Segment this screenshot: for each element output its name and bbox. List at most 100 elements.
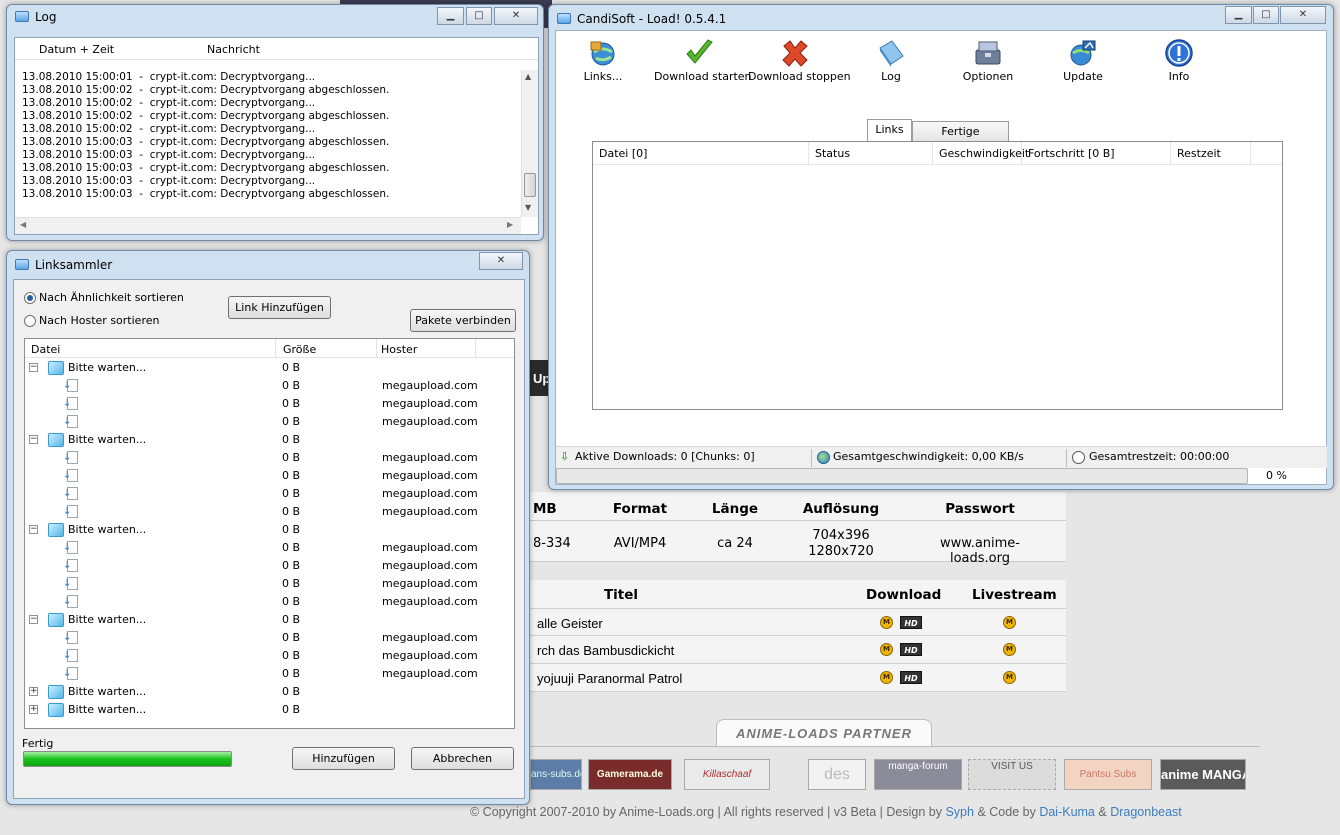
- file-row[interactable]: 0 B megaupload.com: [25, 557, 514, 575]
- sort-similarity-label[interactable]: Nach Ähnlichkeit sortieren: [39, 291, 184, 304]
- file-row[interactable]: 0 B megaupload.com: [25, 413, 514, 431]
- package-row[interactable]: + Bitte warten... 0 B: [25, 683, 514, 701]
- expand-icon[interactable]: +: [29, 687, 38, 696]
- minimize-button[interactable]: ▁: [437, 7, 464, 25]
- maximize-button[interactable]: □: [1253, 6, 1279, 24]
- footer-link-dragonbeast[interactable]: Dragonbeast: [1110, 805, 1182, 819]
- log-vertical-scrollbar[interactable]: ▲ ▼: [521, 70, 538, 217]
- livestream-icon[interactable]: M: [1003, 643, 1016, 656]
- link-add-button[interactable]: Link Hinzufügen: [228, 296, 331, 319]
- close-button[interactable]: ✕: [494, 7, 538, 25]
- package-row[interactable]: − Bitte warten... 0 B: [25, 431, 514, 449]
- log-list[interactable]: Datum + Zeit Nachricht 13.08.2010 15:00:…: [14, 37, 539, 235]
- collapse-icon[interactable]: −: [29, 435, 38, 444]
- footer-link-syph[interactable]: Syph: [945, 805, 974, 819]
- download-grid[interactable]: Datei [0] Status Geschwindigkeit Fortsch…: [592, 141, 1283, 410]
- column-progress[interactable]: Fortschritt [0 B]: [1022, 142, 1171, 165]
- episode-row[interactable]: yojuuji Paranormal Patrol M HD M: [530, 664, 1066, 692]
- file-row[interactable]: 0 B megaupload.com: [25, 593, 514, 611]
- minimize-button[interactable]: ▁: [1225, 6, 1252, 24]
- column-hoster[interactable]: Hoster: [381, 343, 417, 356]
- megaupload-icon[interactable]: M: [880, 643, 893, 656]
- toolbar-download-start-button[interactable]: Download starten: [654, 36, 752, 88]
- linksammler-title-bar[interactable]: Linksammler: [15, 258, 112, 272]
- hd-icon[interactable]: HD: [900, 643, 922, 656]
- file-row[interactable]: 0 B megaupload.com: [25, 377, 514, 395]
- file-row[interactable]: 0 B megaupload.com: [25, 395, 514, 413]
- toolbar-links-button[interactable]: Links...: [578, 36, 628, 88]
- episode-row[interactable]: rch das Bambusdickicht M HD M: [530, 636, 1066, 664]
- hd-icon[interactable]: HD: [900, 616, 922, 629]
- column-status[interactable]: Status: [809, 142, 933, 165]
- tab-links[interactable]: Links: [867, 119, 912, 142]
- partner-banner[interactable]: des: [808, 759, 866, 790]
- column-size[interactable]: Größe: [283, 343, 316, 356]
- file-row[interactable]: 0 B megaupload.com: [25, 665, 514, 683]
- package-row[interactable]: + Bitte warten... 0 B: [25, 701, 514, 719]
- column-message[interactable]: Nachricht: [207, 43, 260, 56]
- maximize-button[interactable]: □: [466, 7, 492, 25]
- episode-title[interactable]: rch das Bambusdickicht: [537, 643, 674, 658]
- partner-banner[interactable]: Pantsu Subs: [1064, 759, 1152, 790]
- footer-link-daikuma[interactable]: Dai-Kuma: [1039, 805, 1095, 819]
- sort-hoster-label[interactable]: Nach Hoster sortieren: [39, 314, 159, 327]
- toolbar-info-button[interactable]: Info: [1156, 36, 1202, 88]
- footer-text: © Copyright 2007-2010 by Anime-Loads.org…: [470, 805, 942, 819]
- cancel-button[interactable]: Abbrechen: [411, 747, 514, 770]
- column-file[interactable]: Datei: [31, 343, 60, 356]
- sort-hoster-radio[interactable]: [24, 315, 36, 327]
- file-row[interactable]: 0 B megaupload.com: [25, 629, 514, 647]
- toolbar-download-stop-button[interactable]: Download stoppen: [748, 36, 851, 88]
- package-row[interactable]: − Bitte warten... 0 B: [25, 521, 514, 539]
- column-file[interactable]: Datei [0]: [593, 142, 809, 165]
- sort-similarity-radio[interactable]: [24, 292, 36, 304]
- collapse-icon[interactable]: −: [29, 615, 38, 624]
- merge-packages-button[interactable]: Pakete verbinden: [410, 309, 516, 332]
- partner-banner[interactable]: VISIT US: [968, 759, 1056, 790]
- candisoft-title-bar[interactable]: CandiSoft - Load! 0.5.4.1: [557, 12, 726, 26]
- episode-title[interactable]: alle Geister: [537, 616, 603, 631]
- package-row[interactable]: − Bitte warten... 0 B: [25, 611, 514, 629]
- tab-finished-downloads[interactable]: Fertige Downloads: [912, 121, 1009, 158]
- scroll-right-arrow[interactable]: ▶: [507, 220, 513, 229]
- link-tree[interactable]: Datei Größe Hoster −Bitte warten...0 B0 …: [24, 338, 515, 729]
- toolbar-options-button[interactable]: Optionen: [960, 36, 1016, 88]
- scroll-up-arrow[interactable]: ▲: [525, 72, 531, 81]
- collapse-icon[interactable]: −: [29, 525, 38, 534]
- scroll-thumb[interactable]: [524, 173, 536, 197]
- file-row[interactable]: 0 B megaupload.com: [25, 647, 514, 665]
- partner-banner[interactable]: ans-subs.de: [530, 759, 582, 790]
- scroll-down-arrow[interactable]: ▼: [525, 203, 531, 212]
- megaupload-icon[interactable]: M: [880, 671, 893, 684]
- file-row[interactable]: 0 B megaupload.com: [25, 467, 514, 485]
- column-speed[interactable]: Geschwindigkeit: [933, 142, 1029, 165]
- log-title-bar[interactable]: Log: [15, 10, 56, 24]
- add-button[interactable]: Hinzufügen: [292, 747, 395, 770]
- episode-title[interactable]: yojuuji Paranormal Patrol: [537, 671, 682, 686]
- episode-row[interactable]: alle Geister M HD M: [530, 608, 1066, 636]
- file-row[interactable]: 0 B megaupload.com: [25, 449, 514, 467]
- package-row[interactable]: − Bitte warten... 0 B: [25, 359, 514, 377]
- partner-banner[interactable]: manga-forum: [874, 759, 962, 790]
- megaupload-icon[interactable]: M: [880, 616, 893, 629]
- partner-banner[interactable]: anime MANGA: [1160, 759, 1246, 790]
- column-datetime[interactable]: Datum + Zeit: [39, 43, 114, 56]
- log-horizontal-scrollbar[interactable]: ◀ ▶: [15, 217, 521, 234]
- file-row[interactable]: 0 B megaupload.com: [25, 485, 514, 503]
- file-row[interactable]: 0 B megaupload.com: [25, 539, 514, 557]
- close-button[interactable]: ✕: [479, 252, 523, 270]
- livestream-icon[interactable]: M: [1003, 616, 1016, 629]
- expand-icon[interactable]: +: [29, 705, 38, 714]
- partner-banner[interactable]: Killaschaaf: [684, 759, 770, 790]
- scroll-left-arrow[interactable]: ◀: [20, 220, 26, 229]
- close-button[interactable]: ✕: [1280, 6, 1326, 24]
- hd-icon[interactable]: HD: [900, 671, 922, 684]
- toolbar-update-button[interactable]: Update: [1056, 36, 1110, 88]
- file-row[interactable]: 0 B megaupload.com: [25, 575, 514, 593]
- toolbar-log-button[interactable]: Log: [866, 36, 916, 88]
- column-remaining[interactable]: Restzeit: [1171, 142, 1251, 165]
- livestream-icon[interactable]: M: [1003, 671, 1016, 684]
- partner-banner[interactable]: Gamerama.de: [588, 759, 672, 790]
- file-row[interactable]: 0 B megaupload.com: [25, 503, 514, 521]
- collapse-icon[interactable]: −: [29, 363, 38, 372]
